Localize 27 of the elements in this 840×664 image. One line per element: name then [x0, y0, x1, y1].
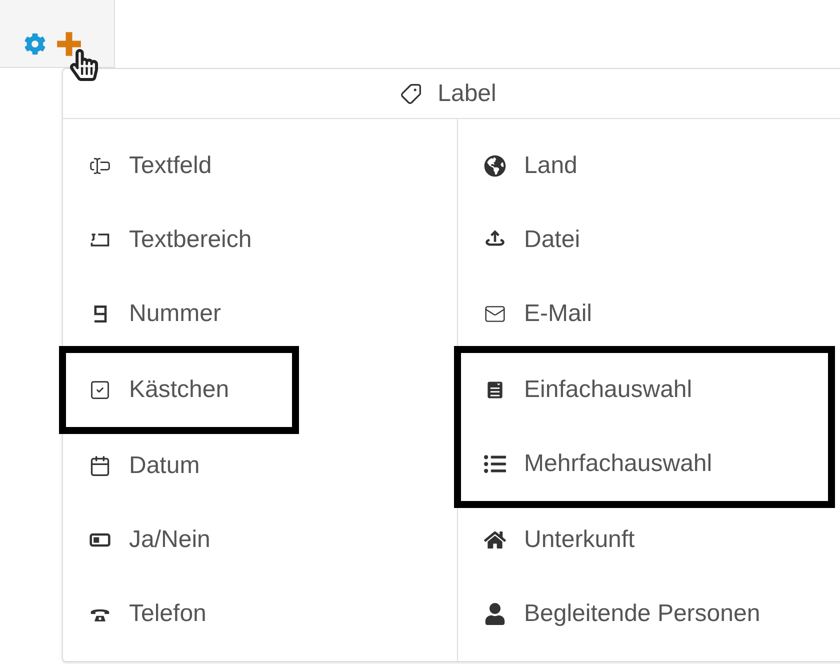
person-icon — [484, 603, 506, 625]
field-type-item[interactable]: Mehrfachauswahl — [458, 427, 828, 501]
globe-icon — [484, 155, 506, 177]
tag-icon — [400, 82, 422, 104]
hand-cursor-icon — [70, 48, 98, 82]
field-type-item[interactable]: E-Mail — [458, 277, 840, 351]
envelope-icon — [484, 303, 506, 325]
field-type-item[interactable]: Ja/Nein — [63, 503, 457, 577]
field-type-item[interactable]: Einfachauswahl — [458, 353, 828, 427]
plus-icon[interactable] — [56, 30, 82, 56]
field-type-item[interactable]: Land — [458, 129, 840, 203]
field-type-item[interactable]: Telefon — [63, 577, 457, 651]
checkbox-icon — [89, 379, 111, 401]
text-input-icon — [89, 155, 111, 177]
calendar-icon — [89, 455, 111, 477]
settings-icon[interactable] — [24, 32, 46, 54]
field-type-item[interactable]: Unterkunft — [458, 503, 840, 577]
list-icon — [484, 453, 506, 475]
field-type-item[interactable]: Kästchen — [63, 353, 292, 427]
field-type-item[interactable]: Datei — [458, 203, 840, 277]
field-type-item[interactable]: Datum — [63, 429, 457, 503]
field-type-item[interactable]: Textbereich — [63, 203, 457, 277]
house-icon — [484, 529, 506, 551]
field-type-item[interactable]: Begleitende Personen — [458, 577, 840, 651]
field-type-item[interactable]: Textfeld — [63, 129, 457, 203]
field-type-item[interactable]: Nummer — [63, 277, 457, 351]
label-option[interactable]: Label — [63, 69, 840, 119]
